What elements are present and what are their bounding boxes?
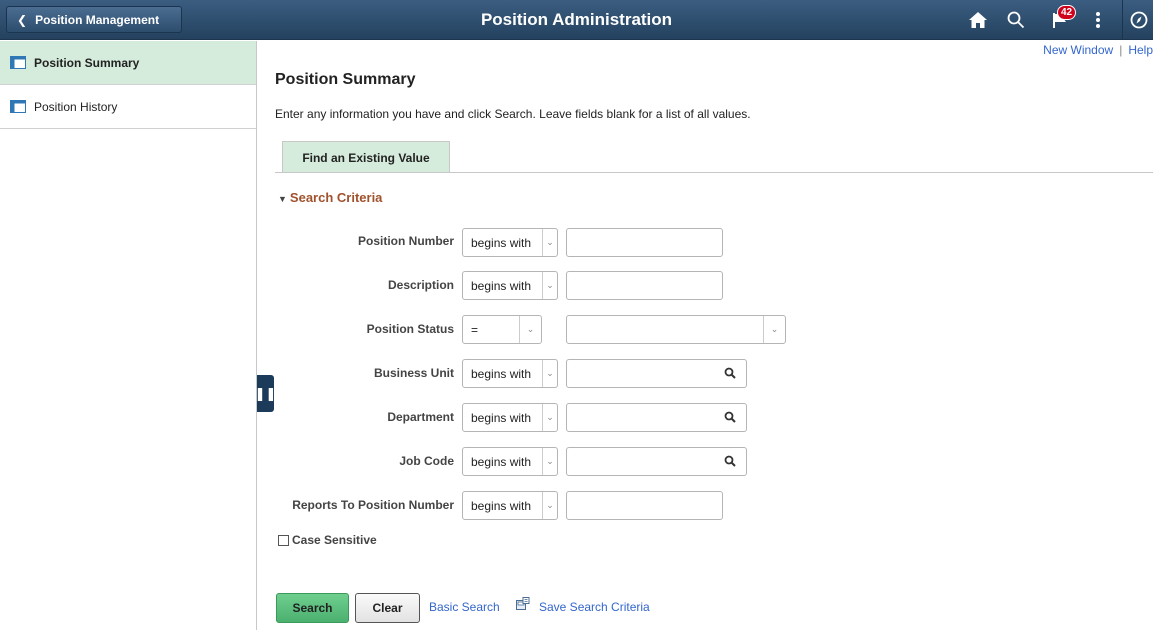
reports-to-operator-select[interactable]: begins with ⌄ (462, 491, 558, 520)
position-number-operator-select[interactable]: begins with ⌄ (462, 228, 558, 257)
department-label: Department (387, 410, 454, 424)
position-status-operator-select[interactable]: = ⌄ (462, 315, 542, 344)
chevron-down-icon: ⌄ (542, 272, 557, 299)
operator-value: begins with (471, 366, 532, 381)
case-sensitive-label: Case Sensitive (292, 533, 377, 547)
instructions-text: Enter any information you have and click… (275, 107, 751, 121)
notification-flag-icon[interactable]: 42 (1045, 5, 1077, 32)
chevron-down-icon: ⌄ (542, 448, 557, 475)
position-number-label: Position Number (357, 234, 454, 248)
save-search-icon[interactable] (516, 597, 530, 610)
clear-button[interactable]: Clear (355, 593, 420, 623)
business-unit-input[interactable] (566, 359, 747, 388)
save-search-criteria-link[interactable]: Save Search Criteria (539, 600, 650, 614)
search-button[interactable]: Search (276, 593, 349, 623)
case-sensitive-option[interactable]: Case Sensitive (278, 533, 377, 547)
sidebar-item-position-summary[interactable]: Position Summary (0, 41, 256, 85)
department-input[interactable] (566, 403, 747, 432)
operator-value: = (471, 322, 479, 337)
operator-value: begins with (471, 454, 532, 469)
toolbar-divider (1122, 0, 1123, 40)
sidebar-item-label: Position Summary (34, 55, 140, 70)
tab-find-existing-value[interactable]: Find an Existing Value (282, 141, 450, 173)
home-icon[interactable] (967, 8, 989, 32)
triangle-down-icon: ▼ (278, 194, 287, 204)
operator-value: begins with (471, 235, 532, 250)
chevron-down-icon: ⌄ (542, 404, 557, 431)
basic-search-link[interactable]: Basic Search (429, 600, 500, 614)
reports-to-position-number-input[interactable] (566, 491, 723, 520)
search-criteria-toggle[interactable]: ▼ Search Criteria (278, 190, 382, 205)
business-unit-label: Business Unit (373, 366, 454, 380)
reports-to-position-number-label: Reports To Position Number (292, 498, 454, 512)
navbar-compass-icon[interactable] (1129, 8, 1149, 32)
back-button-label: Position Management (35, 12, 160, 27)
pause-bars-icon: ❚❚ (254, 385, 277, 401)
position-status-label: Position Status (366, 322, 454, 336)
chevron-down-icon: ⌄ (542, 229, 557, 256)
sidebar-item-label: Position History (34, 99, 118, 114)
job-code-label: Job Code (399, 454, 454, 468)
section-heading: Search Criteria (289, 190, 383, 205)
page-links: New Window | Help (1043, 43, 1153, 57)
description-label: Description (387, 278, 454, 292)
actions-menu-icon[interactable] (1091, 8, 1105, 32)
position-number-input[interactable] (566, 228, 723, 257)
chevron-down-icon: ⌄ (542, 360, 557, 387)
description-operator-select[interactable]: begins with ⌄ (462, 271, 558, 300)
back-button[interactable]: ❮ Position Management (6, 6, 182, 33)
position-status-value-select[interactable]: ⌄ (566, 315, 786, 344)
business-unit-operator-select[interactable]: begins with ⌄ (462, 359, 558, 388)
operator-value: begins with (471, 278, 532, 293)
notification-count-badge: 42 (1057, 5, 1077, 20)
job-code-operator-select[interactable]: begins with ⌄ (462, 447, 558, 476)
top-banner: ❮ Position Management Position Administr… (0, 0, 1153, 40)
component-icon (10, 56, 26, 69)
new-window-link[interactable]: New Window (1043, 43, 1113, 57)
left-navigation-panel: Position Summary Position History (0, 41, 257, 630)
chevron-down-icon: ⌄ (542, 492, 557, 519)
chevron-down-icon: ⌄ (763, 316, 785, 343)
sidebar-item-position-history[interactable]: Position History (0, 85, 256, 129)
department-operator-select[interactable]: begins with ⌄ (462, 403, 558, 432)
lookup-search-icon[interactable] (724, 455, 736, 467)
component-icon (10, 100, 26, 113)
lookup-search-icon[interactable] (724, 367, 736, 379)
chevron-down-icon: ⌄ (519, 316, 541, 343)
search-icon[interactable] (1005, 8, 1027, 32)
tab-divider (275, 172, 1153, 173)
operator-value: begins with (471, 410, 532, 425)
page-title: Position Summary (275, 71, 416, 88)
link-separator: | (1119, 43, 1123, 57)
help-link[interactable]: Help (1128, 43, 1153, 57)
case-sensitive-checkbox[interactable] (278, 534, 289, 546)
lookup-search-icon[interactable] (724, 411, 736, 423)
collapse-panel-handle[interactable]: ❚❚ (254, 375, 277, 412)
description-input[interactable] (566, 271, 723, 300)
job-code-input[interactable] (566, 447, 747, 476)
operator-value: begins with (471, 498, 532, 513)
chevron-left-icon: ❮ (17, 12, 28, 27)
